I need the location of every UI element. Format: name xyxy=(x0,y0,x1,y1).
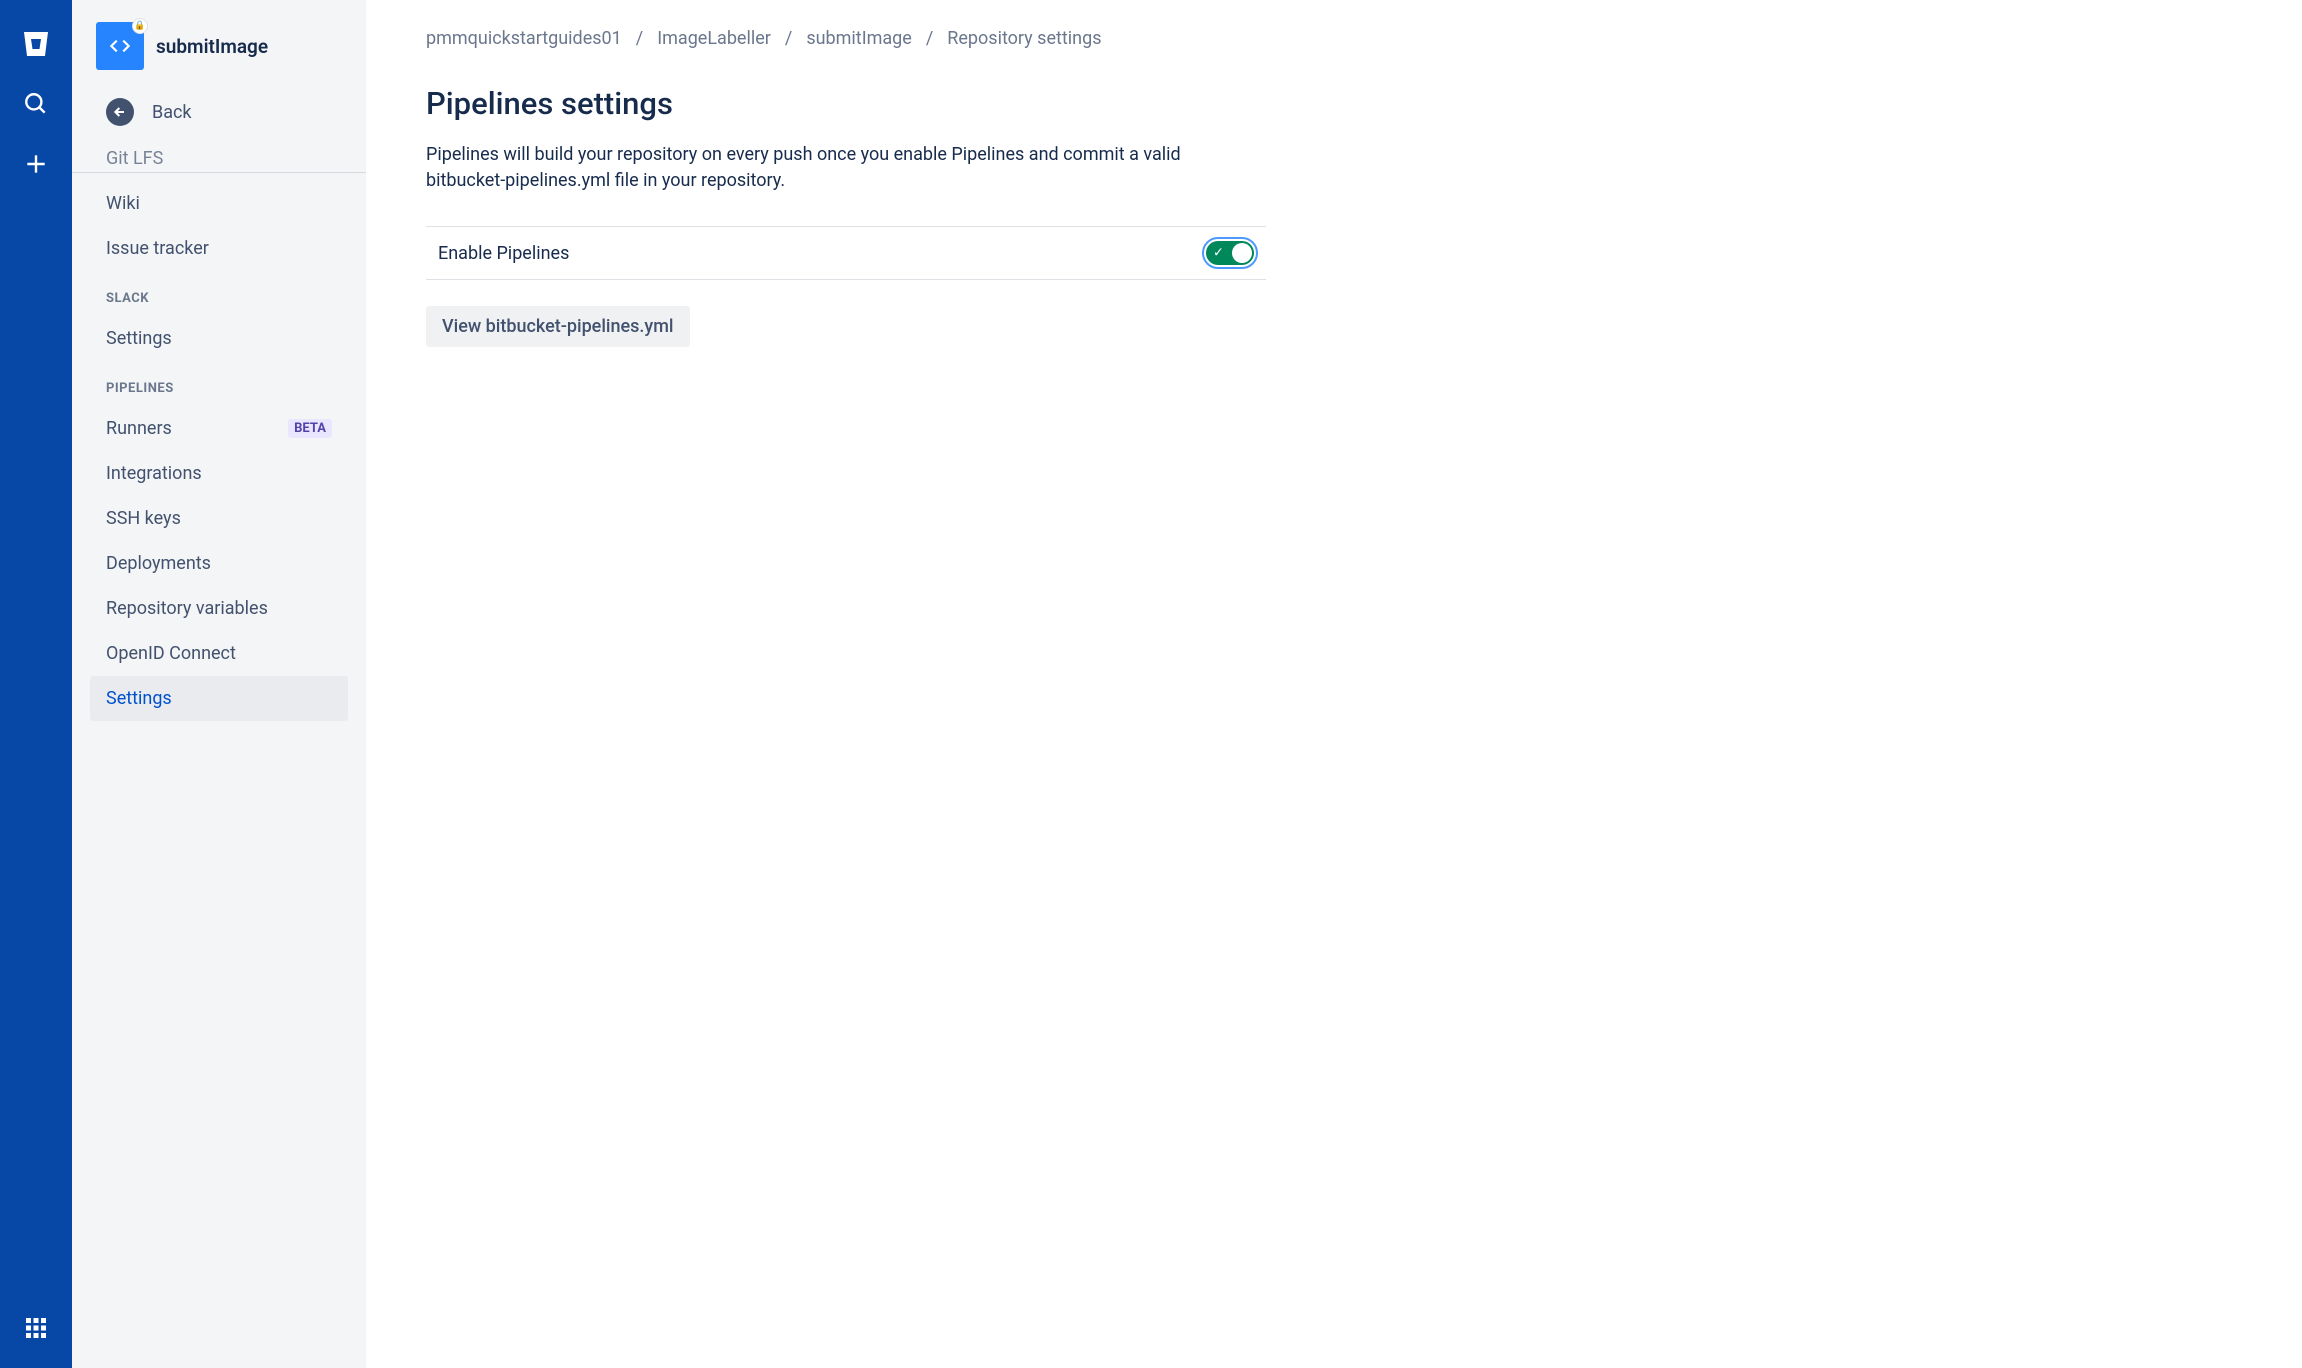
breadcrumb-item[interactable]: pmmquickstartguides01 xyxy=(426,28,622,49)
divider xyxy=(72,172,366,173)
beta-badge: BETA xyxy=(288,419,332,438)
breadcrumb-separator: / xyxy=(926,28,933,49)
sidebar-item-integrations[interactable]: Integrations xyxy=(90,451,348,496)
sidebar-item-label: Settings xyxy=(106,328,172,349)
sidebar-item-runners[interactable]: Runners BETA xyxy=(90,406,348,451)
sidebar: 🔒 submitImage Back Git LFS Wiki Issue tr… xyxy=(72,0,366,1368)
sidebar-item-label: Runners xyxy=(106,418,172,439)
sidebar-item-pipelines-settings[interactable]: Settings xyxy=(90,676,348,721)
sidebar-item-label: OpenID Connect xyxy=(106,643,236,664)
sidebar-item-label: Git LFS xyxy=(106,148,163,169)
sidebar-header: 🔒 submitImage xyxy=(72,0,366,86)
page-description: Pipelines will build your repository on … xyxy=(426,142,1256,194)
check-icon: ✓ xyxy=(1213,246,1224,261)
toggle-label: Enable Pipelines xyxy=(438,243,569,264)
sidebar-item-label: Wiki xyxy=(106,193,140,214)
section-heading-pipelines: PIPELINES xyxy=(90,361,348,406)
enable-pipelines-row: Enable Pipelines ✓ xyxy=(426,226,1266,280)
sidebar-scroll[interactable]: Git LFS Wiki Issue tracker SLACK Setting… xyxy=(72,144,366,1368)
back-arrow-icon xyxy=(106,98,134,126)
repo-name: submitImage xyxy=(156,35,268,58)
breadcrumb-item[interactable]: ImageLabeller xyxy=(657,28,771,49)
global-nav xyxy=(0,0,72,1368)
plus-icon[interactable] xyxy=(16,144,56,184)
sidebar-item-deployments[interactable]: Deployments xyxy=(90,541,348,586)
view-pipelines-yml-button[interactable]: View bitbucket-pipelines.yml xyxy=(426,306,690,347)
toggle-knob xyxy=(1232,243,1252,263)
breadcrumb-item[interactable]: submitImage xyxy=(806,28,912,49)
search-icon[interactable] xyxy=(16,84,56,124)
sidebar-item-openidconnect[interactable]: OpenID Connect xyxy=(90,631,348,676)
breadcrumb: pmmquickstartguides01 / ImageLabeller / … xyxy=(426,28,2242,49)
breadcrumb-separator: / xyxy=(785,28,792,49)
back-button[interactable]: Back xyxy=(72,86,366,144)
sidebar-item-label: Settings xyxy=(106,688,172,709)
repo-avatar: 🔒 xyxy=(96,22,144,70)
sidebar-item-label: Repository variables xyxy=(106,598,268,619)
app-switcher-icon[interactable] xyxy=(16,1308,56,1348)
main-content: pmmquickstartguides01 / ImageLabeller / … xyxy=(366,0,2302,1368)
lock-icon: 🔒 xyxy=(132,18,148,34)
section-heading-slack: SLACK xyxy=(90,271,348,316)
sidebar-item-label: Issue tracker xyxy=(106,238,209,259)
back-label: Back xyxy=(152,102,192,123)
breadcrumb-separator: / xyxy=(636,28,643,49)
sidebar-item-label: SSH keys xyxy=(106,508,181,529)
sidebar-item-gitlfs[interactable]: Git LFS xyxy=(90,144,348,181)
sidebar-item-label: Integrations xyxy=(106,463,202,484)
sidebar-item-issuetracker[interactable]: Issue tracker xyxy=(90,226,348,271)
page-title: Pipelines settings xyxy=(426,85,1266,122)
sidebar-item-wiki[interactable]: Wiki xyxy=(90,181,348,226)
sidebar-item-repovariables[interactable]: Repository variables xyxy=(90,586,348,631)
sidebar-item-sshkeys[interactable]: SSH keys xyxy=(90,496,348,541)
bitbucket-logo-icon[interactable] xyxy=(16,24,56,64)
sidebar-item-slack-settings[interactable]: Settings xyxy=(90,316,348,361)
sidebar-item-label: Deployments xyxy=(106,553,211,574)
breadcrumb-item[interactable]: Repository settings xyxy=(947,28,1101,49)
enable-pipelines-toggle[interactable]: ✓ xyxy=(1206,241,1254,265)
